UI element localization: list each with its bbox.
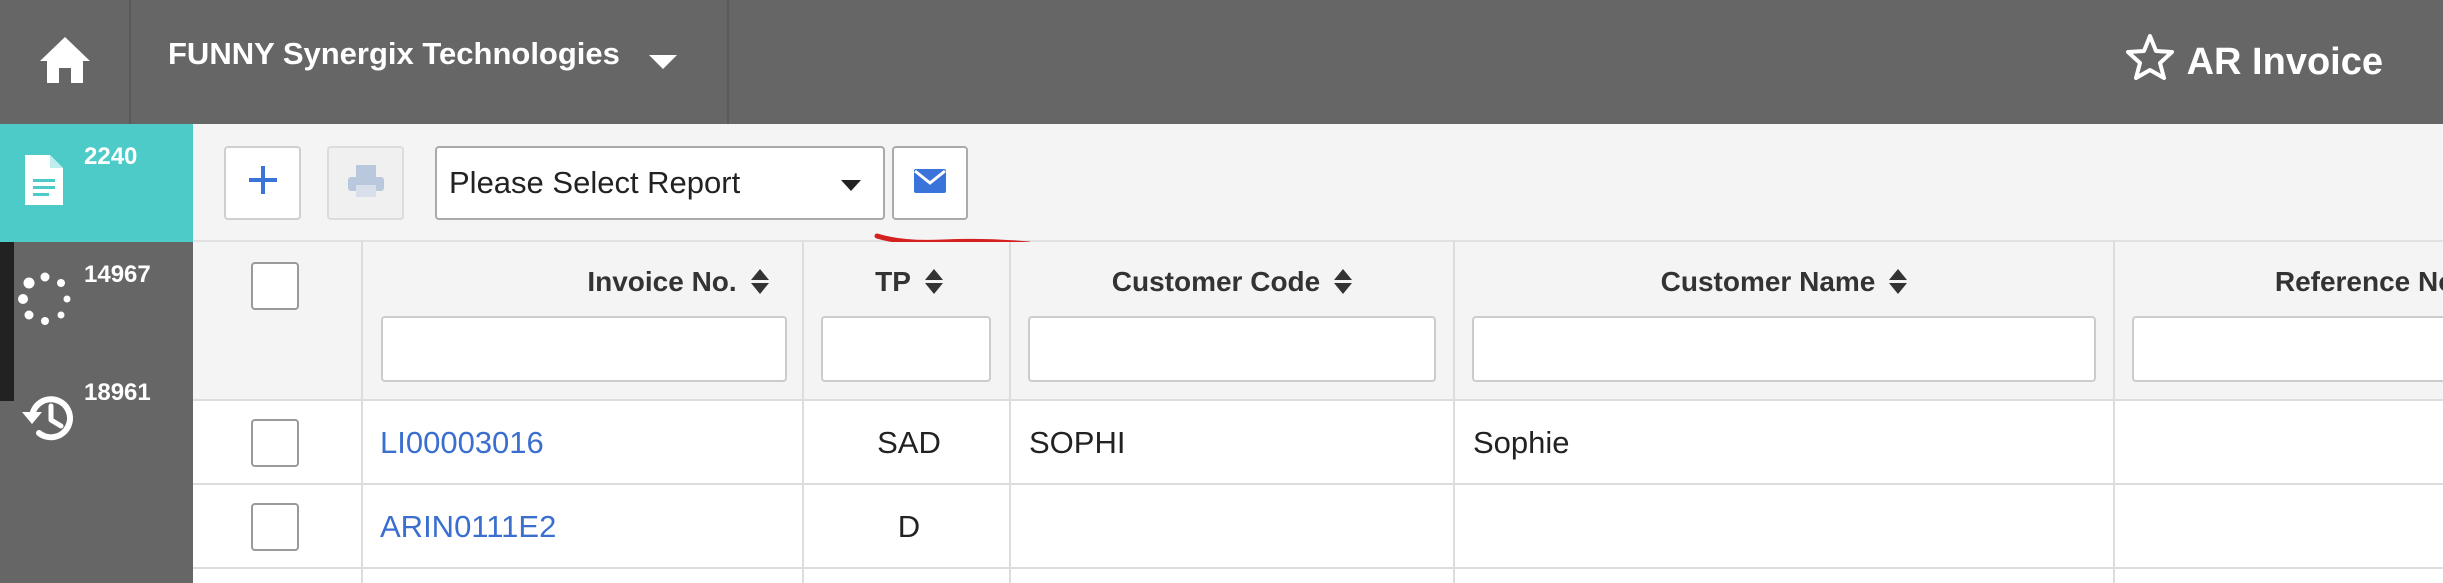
print-button[interactable] (327, 146, 404, 220)
column-header-label: Customer Name (1660, 266, 1876, 297)
sort-icon[interactable] (750, 267, 769, 297)
top-header: FUNNY Synergix Technologies AR Invoice (0, 0, 2443, 124)
column-divider (802, 242, 804, 583)
sidebar: 2240 14967 18961 (0, 124, 193, 583)
spinner-icon (18, 272, 72, 331)
toolbar: Please Select Report (193, 124, 2443, 242)
tp-cell: SAD (877, 425, 941, 460)
report-select-value: Please Select Report (449, 165, 741, 200)
customer-code-cell (1029, 485, 1449, 569)
invoice-grid: Invoice No. TP Customer Code Customer Na… (193, 242, 2443, 583)
reference-no-cell (2133, 485, 2433, 569)
history-icon (20, 390, 78, 451)
printer-icon (346, 163, 386, 204)
sort-icon[interactable] (924, 267, 943, 297)
column-header-label: Reference No. (2274, 266, 2443, 297)
company-selector[interactable]: FUNNY Synergix Technologies (131, 0, 729, 124)
column-divider (2113, 242, 2115, 583)
sidebar-count: 18961 (84, 379, 151, 406)
page-title-area: AR Invoice (2125, 0, 2383, 124)
sort-icon[interactable] (1889, 267, 1908, 297)
sidebar-item-processing[interactable]: 14967 (0, 242, 193, 360)
add-button[interactable] (224, 146, 301, 220)
company-name: FUNNY Synergix Technologies (168, 36, 620, 71)
filter-input-customer-code[interactable] (1028, 316, 1436, 382)
sidebar-item-documents[interactable]: 2240 (0, 124, 193, 242)
envelope-icon (913, 168, 947, 199)
select-all-checkbox[interactable] (251, 262, 299, 310)
column-header-customer-code[interactable]: Customer Code (1011, 262, 1453, 302)
home-button[interactable] (0, 0, 131, 124)
filter-input-invoice-no[interactable] (381, 316, 787, 382)
invoice-no-link[interactable]: LI00003016 (380, 401, 800, 485)
table-row[interactable]: LI00003016 SAD SOPHI Sophie (193, 401, 2443, 485)
column-header-label: Invoice No. (587, 266, 737, 297)
customer-name-cell (1473, 485, 2093, 569)
page-title: AR Invoice (2186, 40, 2383, 83)
customer-name-cell: Sophie (1473, 425, 1570, 460)
tp-cell: D (897, 509, 921, 544)
filter-input-reference-no[interactable] (2132, 316, 2443, 382)
document-icon (22, 152, 66, 213)
column-divider (361, 242, 363, 583)
table-row[interactable]: ARIN0111E2 D (193, 485, 2443, 569)
row-checkbox[interactable] (251, 503, 299, 551)
report-select[interactable]: Please Select Report (435, 146, 885, 220)
column-divider (1453, 242, 1455, 583)
email-button[interactable] (892, 146, 968, 220)
customer-code-cell: SOPHI (1029, 425, 1126, 460)
plus-icon (246, 158, 280, 208)
dropdown-arrow-icon (841, 180, 861, 191)
column-header-label: TP (875, 266, 911, 297)
invoice-no-link[interactable]: ARIN0111E2 (380, 485, 800, 569)
star-outline-icon[interactable] (2125, 33, 2187, 91)
row-checkbox[interactable] (251, 419, 299, 467)
filter-input-customer-name[interactable] (1472, 316, 2096, 382)
sidebar-count: 2240 (84, 143, 138, 170)
home-icon (37, 34, 93, 91)
column-divider (1009, 242, 1011, 583)
filter-input-tp[interactable] (821, 316, 991, 382)
sidebar-count: 14967 (84, 261, 151, 288)
caret-down-icon (648, 43, 678, 79)
grid-header-row: Invoice No. TP Customer Code Customer Na… (193, 242, 2443, 401)
sidebar-item-history[interactable]: 18961 (0, 360, 193, 478)
sort-icon[interactable] (1334, 267, 1353, 297)
reference-no-cell (2133, 401, 2433, 485)
column-header-label: Customer Code (1111, 266, 1321, 297)
column-header-reference-no[interactable]: Reference No. (2115, 262, 2443, 302)
column-header-tp[interactable]: TP (804, 262, 1014, 302)
column-header-customer-name[interactable]: Customer Name (1455, 262, 2113, 302)
